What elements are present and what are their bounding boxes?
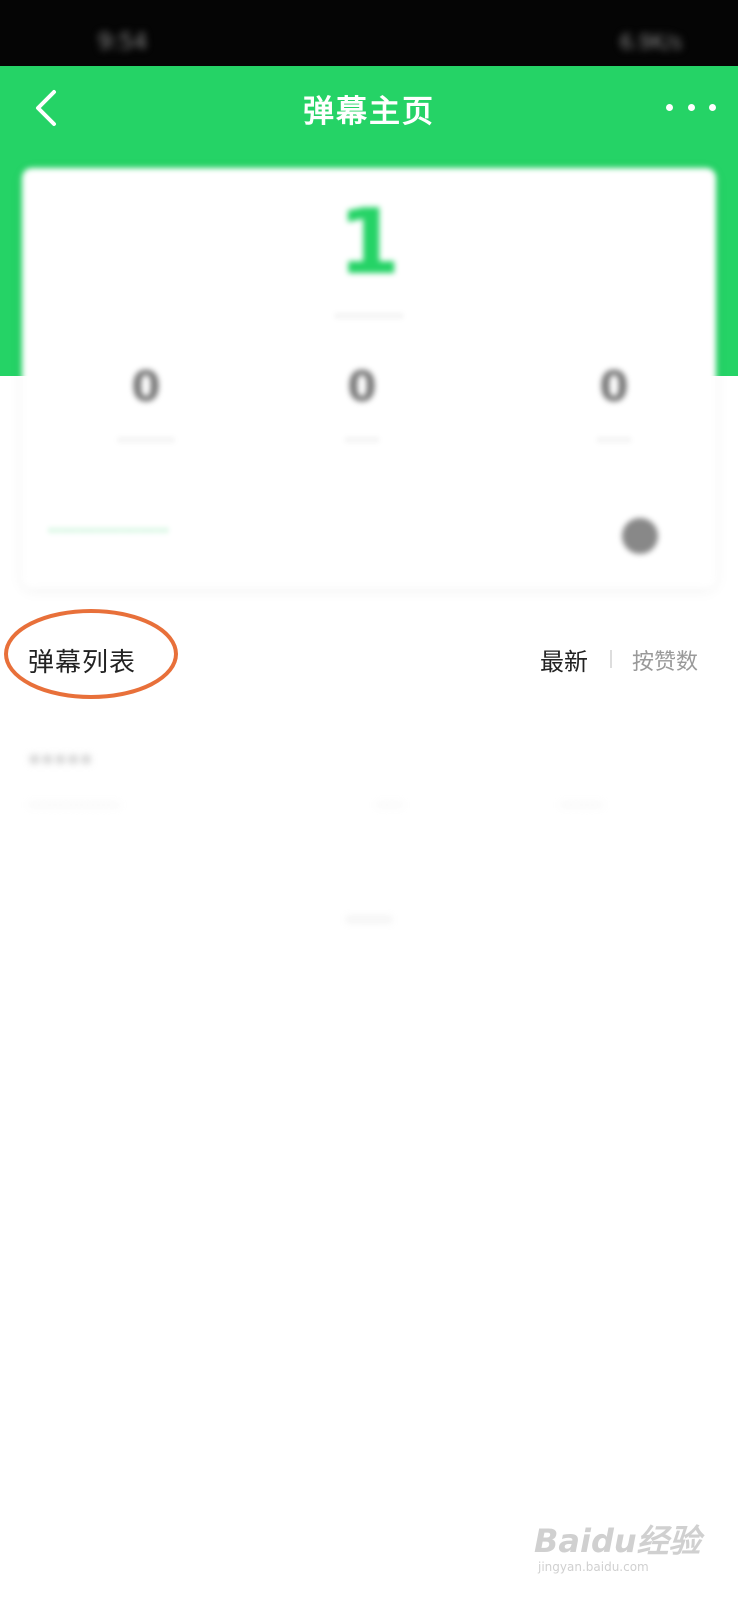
danmaku-time: ·····	[376, 796, 404, 816]
status-time: 9:54	[98, 30, 148, 55]
total-count: 1	[337, 190, 401, 295]
watermark-url: jingyan.baidu.com	[538, 1560, 649, 1574]
danmaku-text: ·····	[28, 740, 93, 780]
sort-divider	[610, 650, 612, 668]
status-indicators: 6.9K/s	[619, 30, 682, 54]
danmaku-list-header: 弹幕列表 最新 按赞数	[0, 609, 738, 700]
stat-label-2: ······	[344, 430, 380, 451]
section-title: 弹幕列表	[28, 648, 137, 678]
stat-value-3: 0	[599, 362, 629, 411]
more-button[interactable]	[666, 92, 716, 122]
status-bar: 9:54 6.9K/s	[0, 0, 738, 66]
list-end-text: ······	[346, 906, 392, 934]
sort-newest-tab[interactable]: 最新	[540, 642, 588, 677]
watermark-logo: Baidu经验	[534, 1522, 701, 1560]
total-count-label: ············	[334, 306, 404, 327]
sort-likes-tab[interactable]: 按赞数	[632, 644, 698, 676]
danmaku-list-item[interactable]: ····· ················· ····· ········	[0, 730, 738, 840]
more-icon-dot	[709, 103, 716, 111]
stat-value-1: 0	[131, 362, 161, 411]
stat-label-1: ··········	[117, 430, 175, 451]
baidu-watermark: Baidu经验 jingyan.baidu.com	[534, 1498, 704, 1578]
stat-label-3: ······	[596, 430, 632, 451]
help-icon[interactable]	[622, 518, 658, 554]
tip-link[interactable]: ····················	[48, 520, 169, 542]
page-title: 弹幕主页	[303, 94, 435, 130]
danmaku-stats: ········	[560, 796, 604, 816]
stats-card: 1 ············ 0 ·········· 0 ······ 0 ·…	[22, 168, 716, 588]
danmaku-source: ·················	[28, 796, 120, 816]
more-icon-dot	[666, 103, 673, 111]
more-icon-dot	[687, 103, 695, 111]
stat-value-2: 0	[347, 362, 377, 411]
